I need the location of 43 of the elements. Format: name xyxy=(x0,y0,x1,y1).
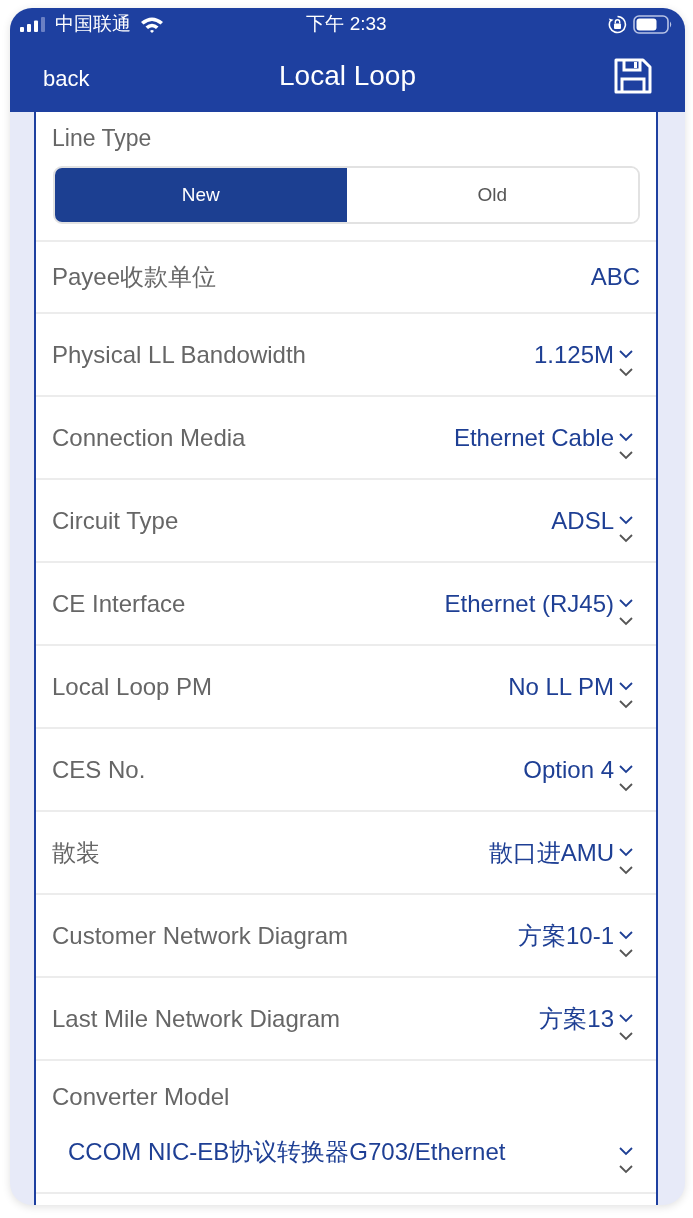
field-label: Last Mile Network Diagram xyxy=(52,1004,341,1033)
double-chevron-icon xyxy=(618,1145,634,1175)
battery-icon xyxy=(633,14,673,34)
orientation-lock-icon xyxy=(608,14,627,34)
double-chevron-icon xyxy=(618,513,634,544)
wifi-icon xyxy=(140,15,164,33)
dropdown-select[interactable]: 1.125M xyxy=(533,331,634,378)
double-chevron-icon xyxy=(618,762,634,793)
dropdown-select[interactable]: Ethernet Cable xyxy=(453,414,634,461)
dropdown-select[interactable]: Ethernet (RJ45) xyxy=(444,580,634,627)
signal-icon xyxy=(20,16,46,32)
save-icon[interactable] xyxy=(614,58,652,94)
field-label: 散装 xyxy=(52,837,100,868)
page-title: Local Loop xyxy=(279,60,416,92)
dropdown-select[interactable]: Option 4 xyxy=(523,746,634,793)
dropdown-select[interactable]: 方案10-1 xyxy=(517,912,634,959)
field-label: Connection Media xyxy=(52,423,246,452)
double-chevron-icon xyxy=(618,679,634,710)
field-label: Converter Model xyxy=(52,1082,231,1112)
field-label: Circuit Type xyxy=(52,506,179,535)
field-label: Line Type xyxy=(52,124,153,152)
field-label: CE Interface xyxy=(52,589,186,618)
field-label: Local Loop PM xyxy=(52,672,213,701)
field-label: Physical LL Bandowidth xyxy=(52,340,306,369)
double-chevron-icon xyxy=(618,845,634,876)
dropdown-select[interactable]: 散口进AMU xyxy=(488,829,634,876)
double-chevron-icon xyxy=(618,596,634,627)
dropdown-select[interactable]: CCOM NIC-EB协议转换器G703/Ethernet xyxy=(68,1129,634,1175)
dropdown-select[interactable]: ADSL xyxy=(551,497,634,544)
carrier-name: 中国联通 xyxy=(55,12,131,36)
clock-time: 下午 2:33 xyxy=(306,12,387,36)
double-chevron-icon xyxy=(618,928,634,959)
field-label: Customer Network Diagram xyxy=(52,921,349,950)
field-label: CES No. xyxy=(52,755,146,784)
double-chevron-icon xyxy=(618,347,634,378)
back-button[interactable]: back xyxy=(43,66,90,92)
segment-option[interactable]: New xyxy=(55,168,347,222)
field-value: ABC xyxy=(590,263,640,291)
dropdown-select[interactable]: 方案13 xyxy=(539,995,634,1042)
double-chevron-icon xyxy=(618,430,634,461)
dropdown-select[interactable]: No LL PM xyxy=(508,663,634,710)
double-chevron-icon xyxy=(618,1011,634,1042)
field-label: Payee收款单位 xyxy=(52,262,217,292)
